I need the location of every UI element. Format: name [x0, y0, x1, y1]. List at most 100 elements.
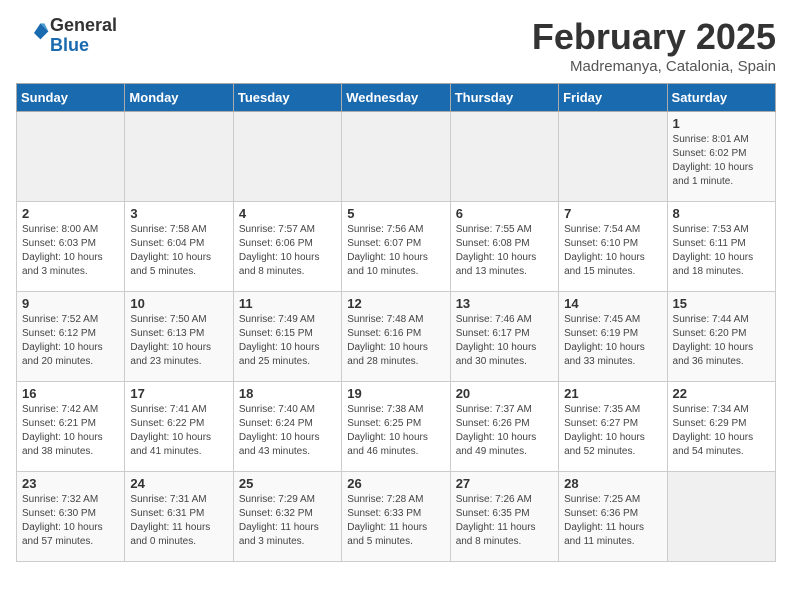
calendar-cell: 11Sunrise: 7:49 AM Sunset: 6:15 PM Dayli… [233, 292, 341, 382]
calendar-cell: 8 Sunrise: 7:53 AM Sunset: 6:11 PM Daylig… [667, 202, 775, 292]
day-info: Sunrise: 7:25 AM Sunset: 6:36 PM Dayligh… [564, 493, 661, 549]
header-day-sunday: Sunday [17, 84, 125, 112]
calendar-cell: 22Sunrise: 7:34 AM Sunset: 6:29 PM Dayli… [667, 382, 775, 472]
day-number: 3 [130, 206, 227, 221]
calendar-cell: 28 Sunrise: 7:25 AM Sunset: 6:36 PM Dayli… [559, 472, 667, 562]
calendar-header-row: SundayMondayTuesdayWednesdayThursdayFrid… [17, 84, 776, 112]
calendar-cell: 7 Sunrise: 7:54 AM Sunset: 6:10 PM Daylig… [559, 202, 667, 292]
day-number: 1 [673, 116, 770, 131]
calendar-cell: 4 Sunrise: 7:57 AM Sunset: 6:06 PM Daylig… [233, 202, 341, 292]
day-info: Sunrise: 7:50 AM Sunset: 6:13 PM Dayligh… [130, 313, 227, 369]
calendar-cell: 2Sunrise: 8:00 AM Sunset: 6:03 PM Daylig… [17, 202, 125, 292]
calendar-week-row: 23 Sunrise: 7:32 AM Sunset: 6:30 PM Dayli… [17, 472, 776, 562]
day-info: Sunrise: 7:34 AM Sunset: 6:29 PM Dayligh… [673, 403, 770, 459]
calendar-cell: 14Sunrise: 7:45 AM Sunset: 6:19 PM Dayli… [559, 292, 667, 382]
day-info: Sunrise: 7:48 AM Sunset: 6:16 PM Dayligh… [347, 313, 444, 369]
calendar-cell [125, 112, 233, 202]
day-info: Sunrise: 7:38 AM Sunset: 6:25 PM Dayligh… [347, 403, 444, 459]
day-number: 17 [130, 386, 227, 401]
calendar-cell: 27 Sunrise: 7:26 AM Sunset: 6:35 PM Dayli… [450, 472, 558, 562]
logo: General Blue [16, 16, 117, 56]
header-day-saturday: Saturday [667, 84, 775, 112]
month-title: February 2025 [532, 16, 776, 58]
day-number: 6 [456, 206, 553, 221]
calendar-week-row: 1 Sunrise: 8:01 AM Sunset: 6:02 PM Daylig… [17, 112, 776, 202]
day-info: Sunrise: 7:44 AM Sunset: 6:20 PM Dayligh… [673, 313, 770, 369]
day-info: Sunrise: 7:56 AM Sunset: 6:07 PM Dayligh… [347, 223, 444, 279]
day-number: 23 [22, 476, 119, 491]
day-number: 4 [239, 206, 336, 221]
day-info: Sunrise: 7:37 AM Sunset: 6:26 PM Dayligh… [456, 403, 553, 459]
calendar-cell [450, 112, 558, 202]
day-info: Sunrise: 7:26 AM Sunset: 6:35 PM Dayligh… [456, 493, 553, 549]
day-info: Sunrise: 7:41 AM Sunset: 6:22 PM Dayligh… [130, 403, 227, 459]
calendar-cell: 17 Sunrise: 7:41 AM Sunset: 6:22 PM Dayli… [125, 382, 233, 472]
day-info: Sunrise: 7:29 AM Sunset: 6:32 PM Dayligh… [239, 493, 336, 549]
day-info: Sunrise: 7:55 AM Sunset: 6:08 PM Dayligh… [456, 223, 553, 279]
calendar-cell: 9 Sunrise: 7:52 AM Sunset: 6:12 PM Daylig… [17, 292, 125, 382]
calendar-cell: 16 Sunrise: 7:42 AM Sunset: 6:21 PM Dayli… [17, 382, 125, 472]
day-info: Sunrise: 7:42 AM Sunset: 6:21 PM Dayligh… [22, 403, 119, 459]
calendar-week-row: 2Sunrise: 8:00 AM Sunset: 6:03 PM Daylig… [17, 202, 776, 292]
day-info: Sunrise: 7:52 AM Sunset: 6:12 PM Dayligh… [22, 313, 119, 369]
day-number: 12 [347, 296, 444, 311]
day-number: 24 [130, 476, 227, 491]
day-number: 10 [130, 296, 227, 311]
day-info: Sunrise: 7:54 AM Sunset: 6:10 PM Dayligh… [564, 223, 661, 279]
calendar-week-row: 16 Sunrise: 7:42 AM Sunset: 6:21 PM Dayli… [17, 382, 776, 472]
day-info: Sunrise: 7:32 AM Sunset: 6:30 PM Dayligh… [22, 493, 119, 549]
day-number: 13 [456, 296, 553, 311]
day-number: 9 [22, 296, 119, 311]
day-number: 26 [347, 476, 444, 491]
day-number: 28 [564, 476, 661, 491]
calendar-cell: 24 Sunrise: 7:31 AM Sunset: 6:31 PM Dayli… [125, 472, 233, 562]
day-info: Sunrise: 7:46 AM Sunset: 6:17 PM Dayligh… [456, 313, 553, 369]
calendar-cell: 1 Sunrise: 8:01 AM Sunset: 6:02 PM Daylig… [667, 112, 775, 202]
day-info: Sunrise: 7:28 AM Sunset: 6:33 PM Dayligh… [347, 493, 444, 549]
day-number: 25 [239, 476, 336, 491]
day-number: 11 [239, 296, 336, 311]
logo-text-blue: Blue [50, 36, 117, 56]
day-info: Sunrise: 7:45 AM Sunset: 6:19 PM Dayligh… [564, 313, 661, 369]
header-day-tuesday: Tuesday [233, 84, 341, 112]
header-day-thursday: Thursday [450, 84, 558, 112]
day-number: 15 [673, 296, 770, 311]
header-day-monday: Monday [125, 84, 233, 112]
day-number: 7 [564, 206, 661, 221]
day-number: 5 [347, 206, 444, 221]
day-info: Sunrise: 8:01 AM Sunset: 6:02 PM Dayligh… [673, 133, 770, 189]
calendar-cell: 6 Sunrise: 7:55 AM Sunset: 6:08 PM Daylig… [450, 202, 558, 292]
calendar-cell: 13 Sunrise: 7:46 AM Sunset: 6:17 PM Dayli… [450, 292, 558, 382]
day-info: Sunrise: 8:00 AM Sunset: 6:03 PM Dayligh… [22, 223, 119, 279]
calendar-cell [342, 112, 450, 202]
logo-icon [18, 17, 50, 49]
day-number: 21 [564, 386, 661, 401]
day-number: 16 [22, 386, 119, 401]
calendar-cell: 18 Sunrise: 7:40 AM Sunset: 6:24 PM Dayli… [233, 382, 341, 472]
header: General Blue February 2025 Madremanya, C… [16, 16, 776, 75]
location-subtitle: Madremanya, Catalonia, Spain [532, 58, 776, 75]
day-info: Sunrise: 7:53 AM Sunset: 6:11 PM Dayligh… [673, 223, 770, 279]
calendar-cell [559, 112, 667, 202]
calendar-cell: 23 Sunrise: 7:32 AM Sunset: 6:30 PM Dayli… [17, 472, 125, 562]
calendar-cell: 20 Sunrise: 7:37 AM Sunset: 6:26 PM Dayli… [450, 382, 558, 472]
calendar-cell: 15 Sunrise: 7:44 AM Sunset: 6:20 PM Dayli… [667, 292, 775, 382]
day-info: Sunrise: 7:35 AM Sunset: 6:27 PM Dayligh… [564, 403, 661, 459]
day-number: 27 [456, 476, 553, 491]
day-info: Sunrise: 7:40 AM Sunset: 6:24 PM Dayligh… [239, 403, 336, 459]
calendar-cell [233, 112, 341, 202]
calendar-cell: 12 Sunrise: 7:48 AM Sunset: 6:16 PM Dayli… [342, 292, 450, 382]
calendar-cell: 25 Sunrise: 7:29 AM Sunset: 6:32 PM Dayli… [233, 472, 341, 562]
day-info: Sunrise: 7:31 AM Sunset: 6:31 PM Dayligh… [130, 493, 227, 549]
day-info: Sunrise: 7:57 AM Sunset: 6:06 PM Dayligh… [239, 223, 336, 279]
calendar-table: SundayMondayTuesdayWednesdayThursdayFrid… [16, 83, 776, 562]
header-day-wednesday: Wednesday [342, 84, 450, 112]
header-day-friday: Friday [559, 84, 667, 112]
calendar-cell: 10 Sunrise: 7:50 AM Sunset: 6:13 PM Dayli… [125, 292, 233, 382]
calendar-week-row: 9 Sunrise: 7:52 AM Sunset: 6:12 PM Daylig… [17, 292, 776, 382]
calendar-cell: 26 Sunrise: 7:28 AM Sunset: 6:33 PM Dayli… [342, 472, 450, 562]
calendar-cell: 21 Sunrise: 7:35 AM Sunset: 6:27 PM Dayli… [559, 382, 667, 472]
day-number: 20 [456, 386, 553, 401]
day-number: 18 [239, 386, 336, 401]
day-number: 8 [673, 206, 770, 221]
